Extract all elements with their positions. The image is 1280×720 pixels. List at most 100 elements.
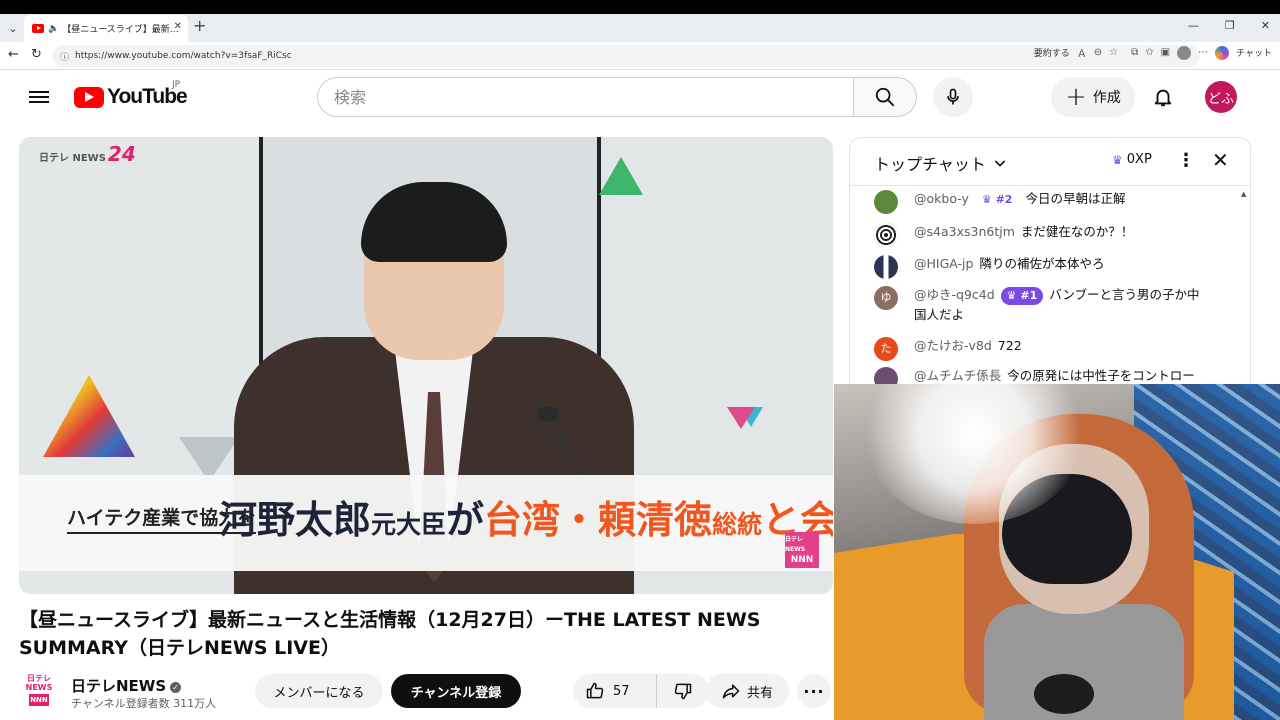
- channel-avatar-box: NNN: [29, 694, 49, 706]
- share-label: 共有: [746, 685, 773, 701]
- video-title: 【昼ニュースライブ】最新ニュースと生活情報（12月27日）ーTHE LATEST…: [19, 609, 761, 659]
- create-button[interactable]: + 作成: [1051, 77, 1135, 117]
- chat-rank-value: #1: [1020, 289, 1038, 302]
- chat-author-avatar[interactable]: [874, 190, 898, 214]
- site-info-icon[interactable]: ⓘ: [60, 50, 69, 63]
- chat-author-name[interactable]: @ゆき-q9c4d: [914, 287, 995, 302]
- summarize-button[interactable]: 要約する: [1034, 46, 1070, 59]
- chat-author-name[interactable]: @たけお-v8d: [914, 338, 992, 353]
- chat-rank-badge: ♛ #2: [981, 193, 1013, 206]
- chat-author-avatar[interactable]: ゆ: [874, 286, 898, 310]
- chat-mode-dropdown[interactable]: トップチャット: [874, 151, 1008, 175]
- address-bar-row: ← ↻ ⓘ https://www.youtube.com/watch?v=3f…: [0, 42, 1280, 70]
- caption-part: 総統: [712, 510, 763, 539]
- channel-avatar-top: 日テレ: [27, 674, 51, 683]
- caption-part: 台湾・頼清徳: [484, 498, 713, 542]
- more-options-icon[interactable]: ⋯: [1198, 47, 1208, 58]
- profile-avatar[interactable]: [1177, 45, 1192, 60]
- chat-message: @okbo-y ♛ #2 今日の早朝は正解: [874, 189, 1204, 214]
- read-aloud-icon[interactable]: Ａ: [1077, 45, 1087, 60]
- split-screen-icon[interactable]: ⧉: [1131, 47, 1138, 58]
- crown-icon: ♛: [1112, 152, 1123, 167]
- notifications-button[interactable]: [1146, 80, 1180, 114]
- chat-author-name[interactable]: @ムチムチ係長: [914, 368, 1001, 383]
- screen: ⌄ 🔈 【昼ニュースライブ】最新ニュースと生 ✕ + — ❐ ✕ ← ↻ ⓘ h…: [0, 0, 1280, 720]
- share-button[interactable]: 共有: [705, 674, 789, 708]
- video-owner-row: 日テレ NEWS NNN 日テレNEWS ✓ チャンネル登録者数 311万人 メン…: [19, 672, 833, 712]
- new-tab-button[interactable]: +: [193, 16, 206, 35]
- channel-name[interactable]: 日テレNEWS ✓: [71, 675, 182, 696]
- voice-search-button[interactable]: [933, 77, 973, 117]
- chat-close-icon[interactable]: ✕: [1212, 148, 1229, 172]
- caption-part: 河野太郎: [219, 498, 372, 542]
- zoom-icon[interactable]: ⊖: [1094, 47, 1102, 58]
- channel-watermark: 日テレ NEWS 24: [39, 144, 136, 164]
- nnn-logo-text: NNN: [790, 555, 814, 565]
- channel-name-text: 日テレNEWS: [71, 677, 167, 695]
- favorites-icon[interactable]: ✩: [1145, 47, 1153, 58]
- copilot-icon[interactable]: [1215, 45, 1230, 60]
- youtube-logo[interactable]: YouTube JP: [74, 80, 188, 109]
- news-caption-bar: ハイテク産業で協力を 河野太郎元大臣が台湾・頼清徳総統と会談: [19, 475, 833, 571]
- more-actions-button[interactable]: ···: [797, 674, 831, 708]
- nnn-logo: 日テレNEWS NNN: [785, 532, 819, 568]
- chat-rank-value: #2: [995, 193, 1013, 206]
- address-bar-actions: 要約する Ａ ⊖ ☆ ⧉ ✩ ▣ ⋯ チャット: [1034, 45, 1272, 60]
- restore-icon[interactable]: ❐: [1225, 19, 1235, 32]
- subscribe-button[interactable]: チャンネル登録: [391, 674, 521, 708]
- like-button[interactable]: 57: [573, 674, 657, 708]
- tab-close-icon[interactable]: ✕: [174, 21, 182, 32]
- browser-tab[interactable]: 🔈 【昼ニュースライブ】最新ニュースと生 ✕: [24, 15, 188, 42]
- dislike-button[interactable]: [657, 674, 709, 708]
- tab-actions-menu-icon[interactable]: ⌄: [4, 18, 22, 38]
- create-label: 作成: [1092, 90, 1121, 106]
- chat-author-avatar[interactable]: た: [874, 337, 898, 361]
- chat-message-text: まだ健在なのか？！: [1020, 224, 1134, 239]
- join-membership-button[interactable]: メンバーになる: [255, 674, 383, 708]
- back-arrow-icon[interactable]: ←: [8, 47, 19, 62]
- live-chat-panel: トップチャット ♛ 0XP ⋮ ✕ ▲ @okbo-y ♛ #2 今日の早朝は正解 …: [849, 137, 1251, 387]
- copilot-chat-label[interactable]: チャット: [1236, 46, 1272, 59]
- close-window-icon[interactable]: ✕: [1261, 19, 1270, 32]
- nnn-logo-top: 日テレNEWS: [785, 536, 806, 553]
- favorite-star-icon[interactable]: ☆: [1109, 47, 1118, 58]
- chat-author-avatar[interactable]: [874, 223, 898, 247]
- search-input[interactable]: [317, 77, 854, 117]
- audio-playing-icon[interactable]: 🔈: [48, 24, 59, 34]
- chat-message: @ムチムチ係長 今の原発には中性子をコントロー: [874, 366, 1204, 387]
- chat-message-text: 隣りの補佐が本体やろ: [979, 256, 1105, 271]
- webcam-shirt-print: [1034, 674, 1094, 714]
- minimize-icon[interactable]: —: [1188, 19, 1199, 32]
- browser-tab-bar: ⌄ 🔈 【昼ニュースライブ】最新ニュースと生 ✕ + — ❐ ✕: [0, 0, 1280, 42]
- search-button[interactable]: [853, 77, 917, 117]
- pink-triangle-decoration: [727, 407, 755, 429]
- chat-author-name[interactable]: @s4a3xs3n6tjm: [914, 224, 1015, 239]
- watermark-small-text: 日テレ NEWS: [39, 153, 106, 164]
- xp-badge[interactable]: ♛ 0XP: [1112, 152, 1152, 167]
- reload-icon[interactable]: ↻: [31, 47, 42, 62]
- chat-message: た @たけお-v8d 722: [874, 336, 1204, 361]
- chat-scroll-up-icon[interactable]: ▲: [1241, 190, 1246, 198]
- plus-icon: +: [1065, 82, 1087, 112]
- caption-part: 元大臣: [371, 510, 447, 539]
- desk-microphone-icon: [537, 407, 559, 421]
- account-avatar[interactable]: どふ: [1205, 81, 1237, 113]
- collections-icon[interactable]: ▣: [1161, 47, 1170, 58]
- youtube-play-logo-icon: [74, 86, 104, 108]
- youtube-masthead: YouTube JP + 作成 どふ: [0, 70, 1280, 126]
- region-code: JP: [172, 80, 181, 90]
- bell-icon: [1154, 89, 1172, 107]
- search-box: [317, 77, 917, 117]
- url-field[interactable]: ⓘ https://www.youtube.com/watch?v=3fsaF_…: [52, 45, 1200, 67]
- chat-author-name[interactable]: @okbo-y: [914, 191, 969, 206]
- green-triangle-decoration: [599, 157, 643, 195]
- chat-more-icon[interactable]: ⋮: [1177, 150, 1195, 171]
- watermark-number: 24: [107, 142, 136, 166]
- verified-check-icon: ✓: [170, 682, 182, 693]
- guide-menu-icon[interactable]: [28, 86, 50, 108]
- chat-author-name[interactable]: @HIGA-jp: [914, 256, 973, 271]
- channel-avatar[interactable]: 日テレ NEWS NNN: [26, 674, 52, 706]
- video-player[interactable]: 日テレ NEWS 24 ハイテク産業で協力を 河野太郎元大臣が台湾・頼清徳総統と会…: [19, 137, 833, 594]
- thumbs-up-icon: [586, 682, 604, 699]
- chat-author-avatar[interactable]: [874, 255, 898, 279]
